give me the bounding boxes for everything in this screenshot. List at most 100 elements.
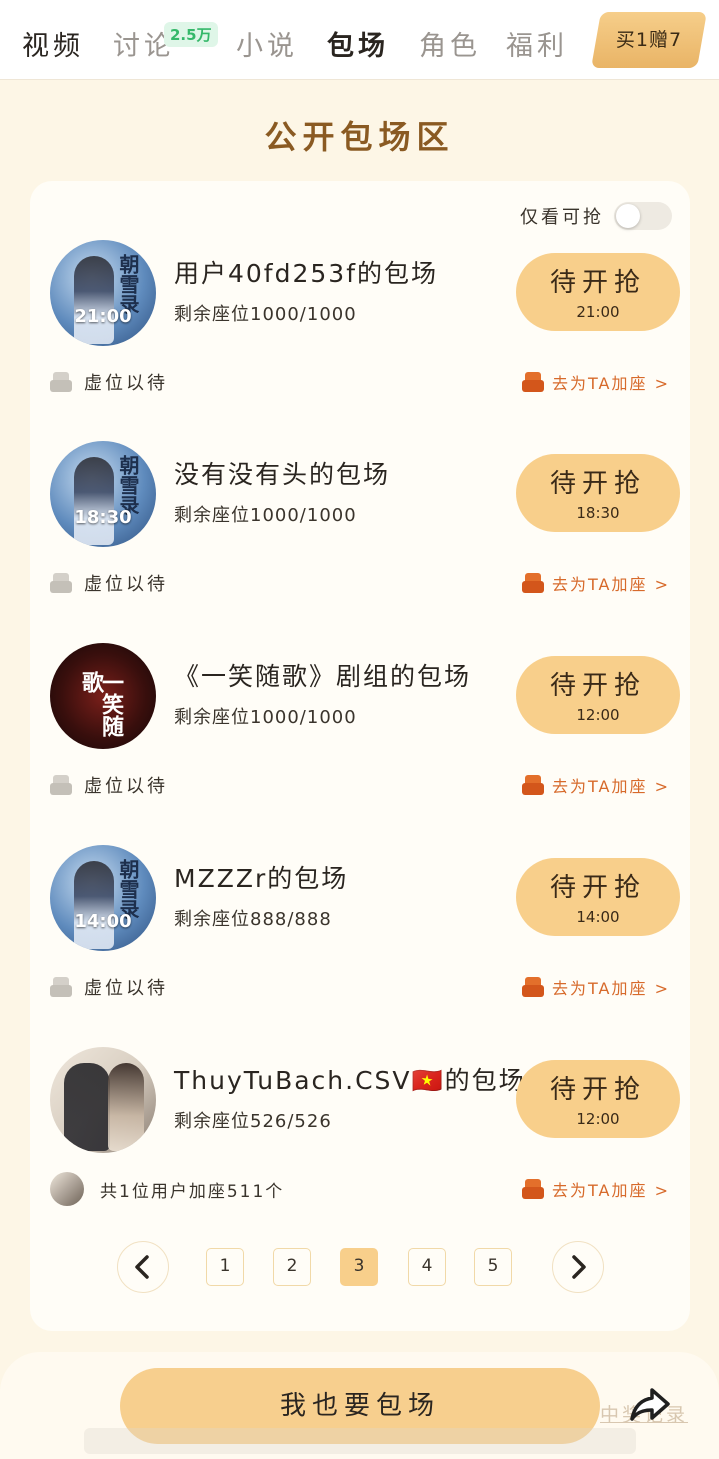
page-2[interactable]: 2 bbox=[273, 1248, 311, 1286]
watermark-overlay bbox=[84, 1428, 636, 1454]
figure-shape bbox=[74, 457, 114, 545]
seat-status-text: 虚位以待 bbox=[84, 373, 168, 394]
seat-icon bbox=[50, 775, 72, 795]
join-seat-link[interactable]: 去为TA加座 > bbox=[522, 1175, 670, 1203]
grab-button[interactable]: 待开抢 21:00 bbox=[516, 253, 680, 331]
section-title: 公开包场区 bbox=[264, 118, 455, 156]
row-seats: 剩余座位526/526 bbox=[174, 1111, 332, 1132]
join-seat-link[interactable]: 去为TA加座 > bbox=[522, 973, 670, 1001]
sofa-icon bbox=[522, 372, 545, 392]
tab-characters[interactable]: 角色 bbox=[419, 24, 481, 63]
join-seat-link[interactable]: 去为TA加座 > bbox=[522, 569, 670, 597]
join-label: 去为TA加座 > bbox=[552, 777, 670, 796]
avatar bbox=[50, 1047, 156, 1153]
filter-available-only[interactable]: 仅看可抢 bbox=[520, 201, 672, 231]
avatar: 一笑随歌 bbox=[50, 643, 156, 749]
share-icon[interactable] bbox=[628, 1384, 672, 1424]
join-label: 去为TA加座 > bbox=[552, 374, 670, 393]
top-tab-bar: 视频 讨论 2.5万 小说 包场 角色 福利 买1赠7 bbox=[0, 0, 719, 80]
avatar-time: 18:30 bbox=[74, 507, 132, 528]
poster-calligraphy: 朝雪录 bbox=[116, 859, 140, 919]
join-label: 去为TA加座 > bbox=[552, 979, 670, 998]
seat-status-text: 虚位以待 bbox=[84, 776, 168, 797]
grab-button[interactable]: 待开抢 18:30 bbox=[516, 454, 680, 532]
grab-time: 12:00 bbox=[576, 1110, 620, 1128]
joiner-avatar bbox=[50, 1172, 84, 1206]
row-title: MZZZr的包场 bbox=[174, 864, 349, 893]
grab-label: 待开抢 bbox=[549, 873, 646, 903]
seat-icon bbox=[50, 977, 72, 997]
row-title: ThuyTuBach.CSV🇻🇳的包场 bbox=[174, 1066, 526, 1095]
grab-button[interactable]: 待开抢 12:00 bbox=[516, 656, 680, 734]
seat-status-text: 共1位用户加座511个 bbox=[100, 1181, 285, 1202]
row-seats: 剩余座位888/888 bbox=[174, 909, 332, 930]
join-label: 去为TA加座 > bbox=[552, 1181, 670, 1200]
prev-page-button[interactable] bbox=[117, 1241, 169, 1293]
figure-shape bbox=[74, 256, 114, 344]
screening-list-panel: 仅看可抢 朝雪录 21:00 用户40fd253f的包场 剩余座位1000/10… bbox=[30, 181, 690, 1331]
page-1[interactable]: 1 bbox=[206, 1248, 244, 1286]
tab-welfare[interactable]: 福利 bbox=[506, 24, 568, 63]
list-item[interactable]: ThuyTuBach.CSV🇻🇳的包场 剩余座位526/526 待开抢 12:0… bbox=[30, 1047, 690, 1247]
seat-status: 虚位以待 bbox=[50, 569, 168, 597]
toggle-knob bbox=[616, 204, 640, 228]
next-page-button[interactable] bbox=[552, 1241, 604, 1293]
pagination: 1 2 3 4 5 bbox=[30, 1241, 690, 1293]
promo-label: 买1赠7 bbox=[615, 29, 683, 51]
list-item[interactable]: 一笑随歌 《一笑随歌》剧组的包场 剩余座位1000/1000 待开抢 12:00… bbox=[30, 643, 690, 843]
seat-icon bbox=[50, 372, 72, 392]
grab-button[interactable]: 待开抢 12:00 bbox=[516, 1060, 680, 1138]
seat-status: 共1位用户加座511个 bbox=[50, 1172, 285, 1206]
figure-shape bbox=[64, 1063, 110, 1151]
filter-label: 仅看可抢 bbox=[520, 207, 604, 228]
seat-status-text: 虚位以待 bbox=[84, 574, 168, 595]
grab-time: 18:30 bbox=[576, 504, 620, 522]
grab-label: 待开抢 bbox=[549, 671, 646, 701]
sofa-icon bbox=[522, 1179, 545, 1199]
grab-time: 21:00 bbox=[576, 303, 620, 321]
seat-status-text: 虚位以待 bbox=[84, 978, 168, 999]
avatar: 朝雪录 14:00 bbox=[50, 845, 156, 951]
grab-label: 待开抢 bbox=[549, 268, 646, 298]
tab-novel[interactable]: 小说 bbox=[236, 24, 298, 63]
grab-label: 待开抢 bbox=[549, 1075, 646, 1105]
figure-shape bbox=[108, 1063, 144, 1151]
poster-calligraphy: 一笑随歌 bbox=[78, 671, 123, 737]
list-item[interactable]: 朝雪录 18:30 没有没有头的包场 剩余座位1000/1000 待开抢 18:… bbox=[30, 441, 690, 641]
row-seats: 剩余座位1000/1000 bbox=[174, 304, 357, 325]
join-label: 去为TA加座 > bbox=[552, 575, 670, 594]
promo-buy-get-button[interactable]: 买1赠7 bbox=[591, 12, 707, 68]
avatar-time: 21:00 bbox=[74, 306, 132, 327]
sofa-icon bbox=[522, 775, 545, 795]
page-3[interactable]: 3 bbox=[340, 1248, 378, 1286]
page-5[interactable]: 5 bbox=[474, 1248, 512, 1286]
avatar: 朝雪录 18:30 bbox=[50, 441, 156, 547]
row-title: 《一笑随歌》剧组的包场 bbox=[174, 662, 472, 691]
join-seat-link[interactable]: 去为TA加座 > bbox=[522, 368, 670, 396]
sofa-icon bbox=[522, 573, 545, 593]
grab-time: 12:00 bbox=[576, 706, 620, 724]
grab-label: 待开抢 bbox=[549, 469, 646, 499]
chevron-left-icon bbox=[135, 1255, 149, 1279]
tab-video[interactable]: 视频 bbox=[22, 24, 84, 63]
filter-toggle[interactable] bbox=[614, 202, 672, 230]
chevron-right-icon bbox=[572, 1255, 586, 1279]
row-title: 没有没有头的包场 bbox=[174, 460, 391, 489]
discussion-count-badge: 2.5万 bbox=[164, 22, 218, 47]
list-item[interactable]: 朝雪录 14:00 MZZZr的包场 剩余座位888/888 待开抢 14:00… bbox=[30, 845, 690, 1045]
seat-icon bbox=[50, 573, 72, 593]
tab-private-screening[interactable]: 包场 bbox=[327, 24, 389, 63]
row-seats: 剩余座位1000/1000 bbox=[174, 505, 357, 526]
seat-status: 虚位以待 bbox=[50, 368, 168, 396]
seat-status: 虚位以待 bbox=[50, 771, 168, 799]
poster-calligraphy: 朝雪录 bbox=[116, 455, 140, 515]
seat-status: 虚位以待 bbox=[50, 973, 168, 1001]
row-seats: 剩余座位1000/1000 bbox=[174, 707, 357, 728]
page-4[interactable]: 4 bbox=[408, 1248, 446, 1286]
join-seat-link[interactable]: 去为TA加座 > bbox=[522, 771, 670, 799]
grab-time: 14:00 bbox=[576, 908, 620, 926]
grab-button[interactable]: 待开抢 14:00 bbox=[516, 858, 680, 936]
figure-shape bbox=[74, 861, 114, 949]
avatar-time: 14:00 bbox=[74, 911, 132, 932]
list-item[interactable]: 朝雪录 21:00 用户40fd253f的包场 剩余座位1000/1000 待开… bbox=[30, 240, 690, 440]
